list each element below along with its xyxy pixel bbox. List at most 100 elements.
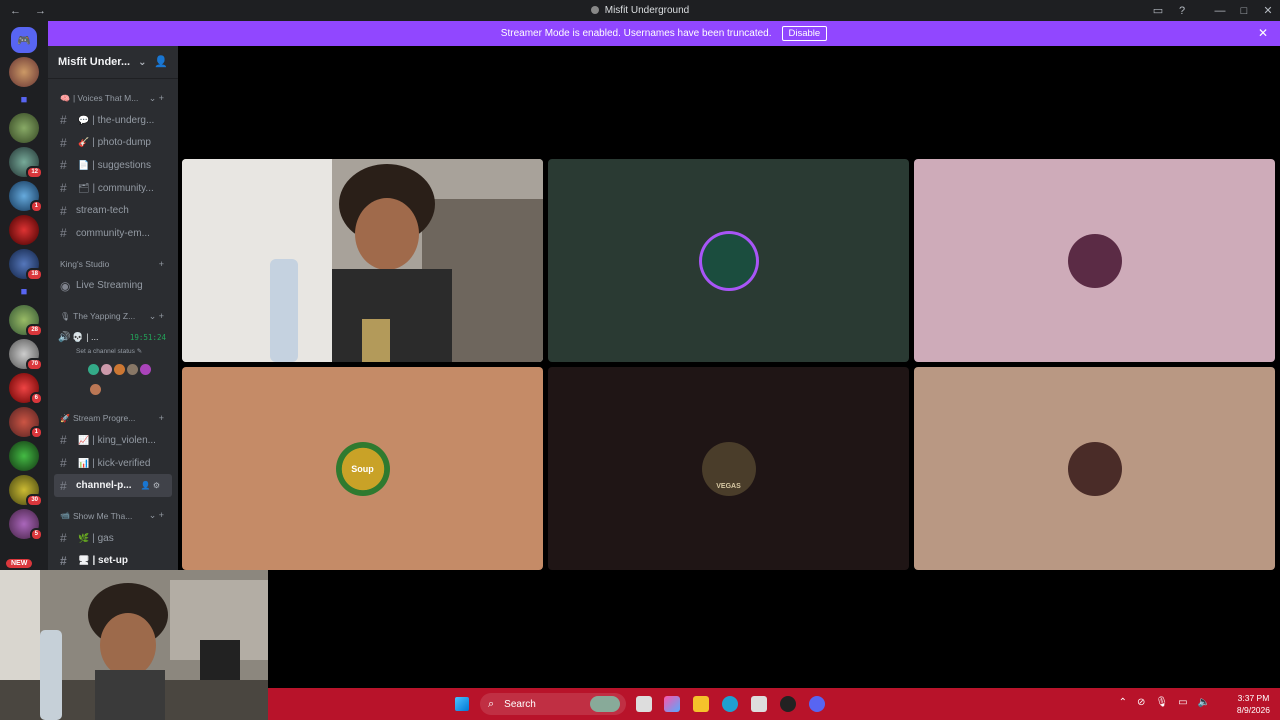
voice-channel[interactable]: 🔊 💀 | ... 19:51:24: [48, 327, 178, 347]
avatar-tile[interactable]: Soup: [182, 367, 543, 570]
camera-feed: [182, 159, 543, 362]
text-channel[interactable]: # 📊 | kick-verified: [48, 452, 178, 475]
category-controls[interactable]: ⌄ +: [149, 510, 164, 521]
text-channel-unread[interactable]: # 🖥 | set-up: [48, 550, 178, 570]
server-header[interactable]: Misfit Under... ⌄ 👤: [48, 46, 178, 79]
help-icon[interactable]: ?: [1170, 5, 1194, 17]
discord-icon[interactable]: [809, 696, 825, 712]
category-show-me[interactable]: 📹 Show Me Tha... ⌄ +: [48, 505, 178, 527]
window-controls: ▭ ? — □ ✕: [1146, 0, 1280, 21]
server-icon[interactable]: 1: [9, 181, 43, 213]
widgets-icon[interactable]: [590, 696, 620, 712]
add-channel-icon[interactable]: +: [159, 259, 164, 269]
text-channel[interactable]: # 🌿 | gas: [48, 527, 178, 550]
text-channel[interactable]: # community-em...: [48, 222, 178, 245]
server-icon: [590, 6, 599, 14]
add-member-icon[interactable]: 👤: [154, 55, 168, 68]
category-controls[interactable]: ⌄ +: [149, 93, 164, 104]
edge-icon[interactable]: [722, 696, 738, 712]
hash-icon: #: [60, 226, 67, 241]
server-rail: 🎮 ■ 12 1 18 ■ 28 70 6 1 30 5 NEW: [0, 21, 48, 570]
category-stream-progress[interactable]: 🚀 Stream Progre... +: [48, 407, 178, 429]
close-window-button[interactable]: ✕: [1256, 4, 1280, 17]
server-icon[interactable]: [9, 113, 39, 143]
server-icon[interactable]: 6: [9, 373, 43, 405]
windows-start-icon[interactable]: [455, 697, 469, 711]
avatar-tile[interactable]: [914, 367, 1275, 570]
hash-icon: #: [60, 433, 67, 448]
forward-arrow-icon[interactable]: →: [35, 5, 46, 17]
chevron-up-icon[interactable]: ⌃: [1119, 697, 1127, 708]
server-icon[interactable]: 30: [9, 475, 43, 507]
category-yapping[interactable]: 🎙 The Yapping Z... ⌄ +: [48, 305, 178, 327]
hash-icon: #: [60, 158, 67, 173]
avatar[interactable]: [90, 383, 101, 395]
volume-icon[interactable]: 🔈: [1198, 697, 1210, 708]
avatar[interactable]: [114, 363, 125, 375]
file-explorer-icon[interactable]: [693, 696, 709, 712]
disable-button[interactable]: Disable: [781, 26, 828, 41]
user-avatar: VEGAS: [701, 441, 756, 496]
text-channel[interactable]: # 💬 | the-underg...: [48, 109, 178, 132]
avatar[interactable]: [140, 363, 151, 375]
text-channel[interactable]: # 📈 | king_violen...: [48, 429, 178, 452]
server-icon[interactable]: [9, 57, 39, 87]
hash-icon: #: [60, 456, 67, 471]
maximize-button[interactable]: □: [1232, 5, 1256, 17]
server-icon[interactable]: [9, 215, 39, 245]
task-view-icon[interactable]: [636, 696, 652, 712]
inbox-icon[interactable]: ▭: [1146, 4, 1170, 17]
close-icon[interactable]: ✕: [1258, 26, 1268, 40]
avatar[interactable]: [127, 363, 138, 375]
text-channel[interactable]: # 📄 | suggestions: [48, 154, 178, 177]
discord-home-icon[interactable]: 🎮: [11, 27, 37, 53]
server-icon[interactable]: [9, 441, 39, 471]
server-icon[interactable]: 5: [9, 509, 43, 541]
category-kings-studio[interactable]: King's Studio +: [48, 253, 178, 275]
avatar-tile[interactable]: VEGAS: [548, 367, 909, 570]
avatar[interactable]: [101, 363, 112, 375]
text-channel[interactable]: # stream-tech: [48, 199, 178, 222]
server-icon[interactable]: 28: [9, 305, 43, 337]
hash-icon: #: [60, 478, 67, 493]
avatar[interactable]: [88, 363, 99, 375]
network-icon[interactable]: ⊘: [1137, 697, 1145, 708]
text-channel-hovered[interactable]: # channel-p... 👤 ⚙: [54, 474, 172, 497]
add-channel-icon[interactable]: +: [159, 413, 164, 423]
server-icon[interactable]: 18: [9, 249, 43, 281]
minimize-button[interactable]: —: [1208, 5, 1232, 17]
text-channel[interactable]: # 🎸 | photo-dump: [48, 132, 178, 155]
back-arrow-icon[interactable]: ←: [10, 5, 21, 17]
window-titlebar: ← → Misfit Underground ▭ ? — □ ✕: [0, 0, 1280, 21]
hash-icon: #: [60, 181, 67, 196]
avatar-tile[interactable]: [548, 159, 909, 362]
hash-icon: #: [60, 203, 67, 218]
category-controls[interactable]: ⌄ +: [149, 311, 164, 322]
server-icon[interactable]: 1: [9, 407, 43, 439]
live-channel[interactable]: ◉ Live Streaming: [48, 275, 178, 298]
windows-taskbar: ⌕ Search ⌃ ⊘ 🎙 ▭ 🔈 3:37 PM 8/9/2026: [268, 688, 1280, 720]
taskbar-clock[interactable]: 3:37 PM 8/9/2026: [1237, 692, 1270, 716]
microphone-icon[interactable]: 🎙: [1155, 697, 1168, 708]
store-icon[interactable]: [751, 696, 767, 712]
copilot-icon[interactable]: [664, 696, 680, 712]
display-icon[interactable]: ▭: [1178, 697, 1187, 708]
hash-icon: #: [60, 553, 67, 568]
folder-icon[interactable]: ■: [9, 91, 39, 109]
text-channel[interactable]: # 🗂 | community...: [48, 177, 178, 200]
camera-tile[interactable]: [182, 159, 543, 362]
folder-icon[interactable]: ■: [9, 283, 39, 301]
channel-status-prompt[interactable]: Set a channel status ✎: [48, 347, 178, 359]
user-avatar: Soup: [335, 441, 390, 496]
voice-timer: 19:51:24: [129, 332, 166, 342]
channel-settings-icon[interactable]: 👤 ⚙: [141, 481, 160, 490]
server-icon[interactable]: 12: [9, 147, 43, 179]
category-voices[interactable]: 🧠 | Voices That M... ⌄ +: [48, 87, 178, 109]
avatar-tile[interactable]: [914, 159, 1275, 362]
chevron-down-icon[interactable]: ⌄: [138, 57, 146, 68]
obs-icon[interactable]: [780, 696, 796, 712]
webcam-overlay: [0, 570, 268, 720]
banner-text: Streamer Mode is enabled. Usernames have…: [500, 28, 772, 39]
broadcast-icon: ◉: [60, 278, 71, 293]
server-icon[interactable]: 70: [9, 339, 43, 371]
